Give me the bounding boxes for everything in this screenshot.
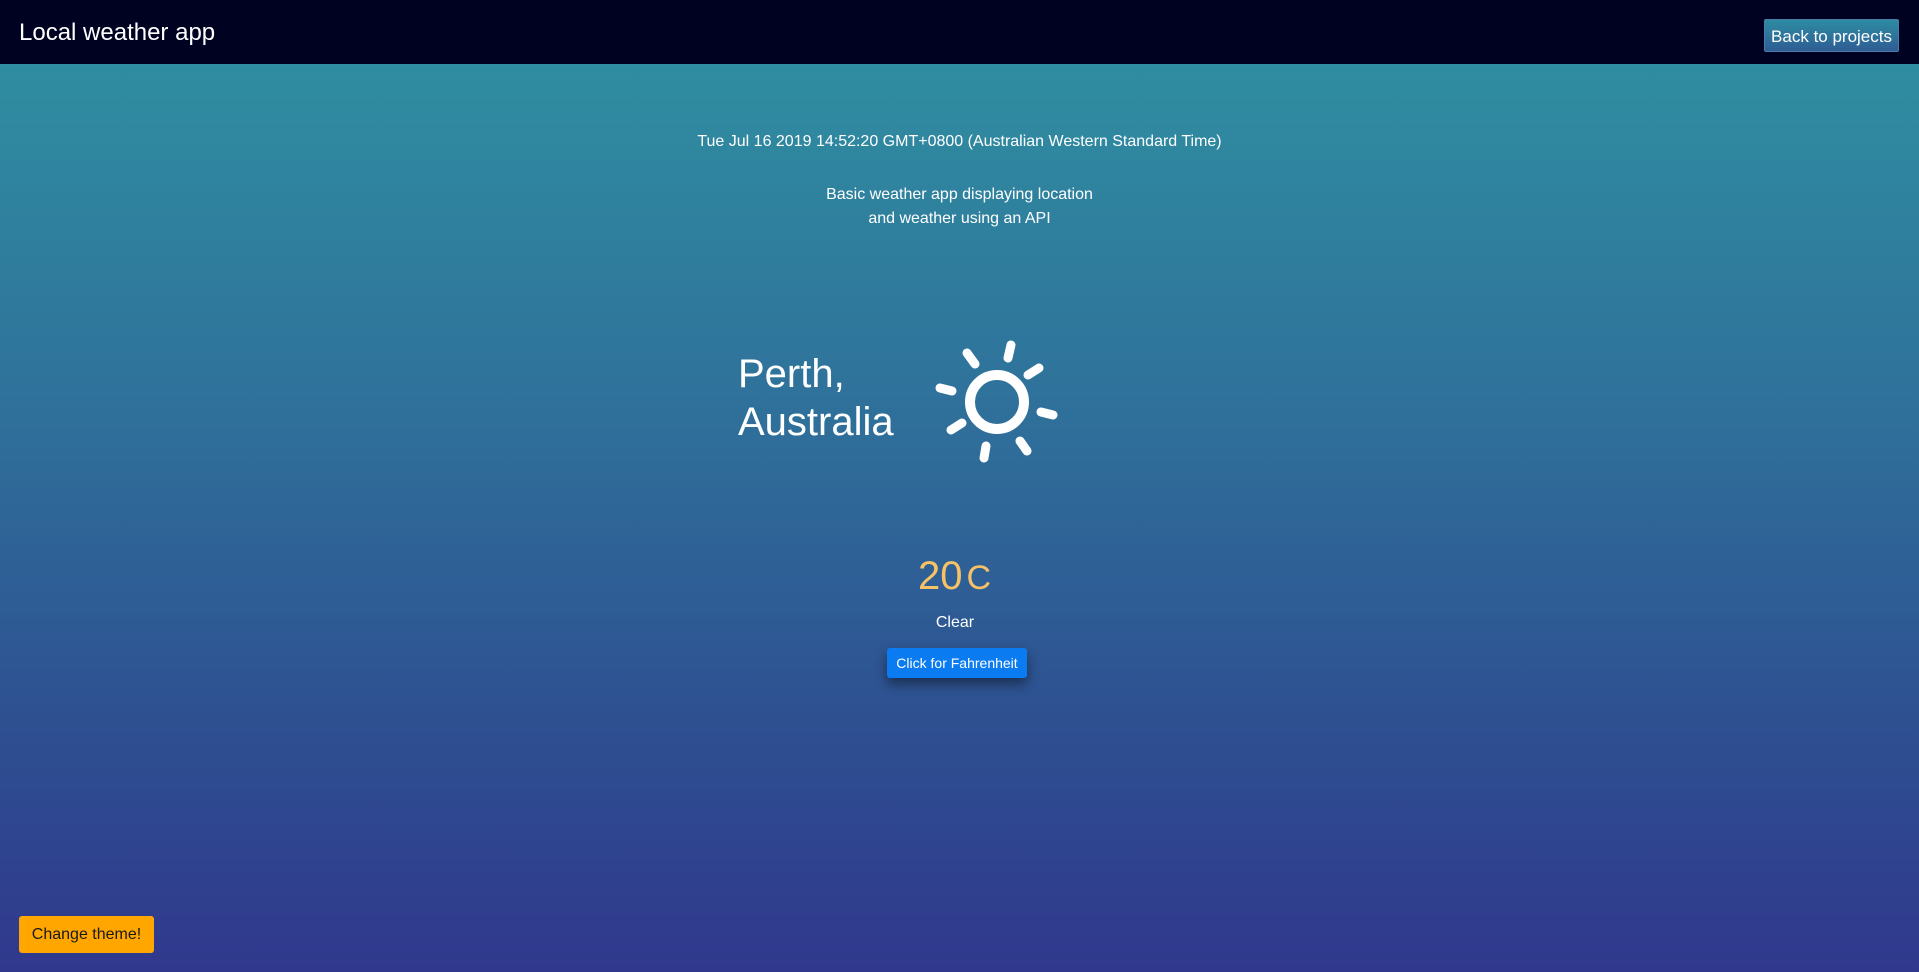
description-line-1: Basic weather app displaying location [826,186,1093,203]
description-line-2: and weather using an API [868,210,1051,227]
change-theme-button[interactable]: Change theme! [19,916,154,953]
datetime-text: Tue Jul 16 2019 14:52:20 GMT+0800 (Austr… [697,133,1222,150]
temperature-unit: C [966,559,992,597]
current-datetime: Tue Jul 16 2019 14:52:20 GMT+0800 (Austr… [0,133,1919,151]
weather-page: Local weather app Back to projects Tue J… [0,0,1919,972]
weather-condition: Clear [935,614,975,631]
location-country: Australia [738,400,894,444]
temperature-display: 20 C [918,552,991,602]
location: Perth, Australia [738,350,894,446]
fahrenheit-toggle-button[interactable]: Click for Fahrenheit [887,648,1027,678]
app-description: Basic weather app displaying location an… [0,183,1919,231]
top-navbar: Local weather app Back to projects [0,0,1919,64]
sun-icon [931,336,1061,466]
location-city: Perth, [738,352,845,396]
back-to-projects-button[interactable]: Back to projects [1764,19,1899,52]
temperature-value: 20 [918,554,963,598]
app-title: Local weather app [19,19,216,46]
